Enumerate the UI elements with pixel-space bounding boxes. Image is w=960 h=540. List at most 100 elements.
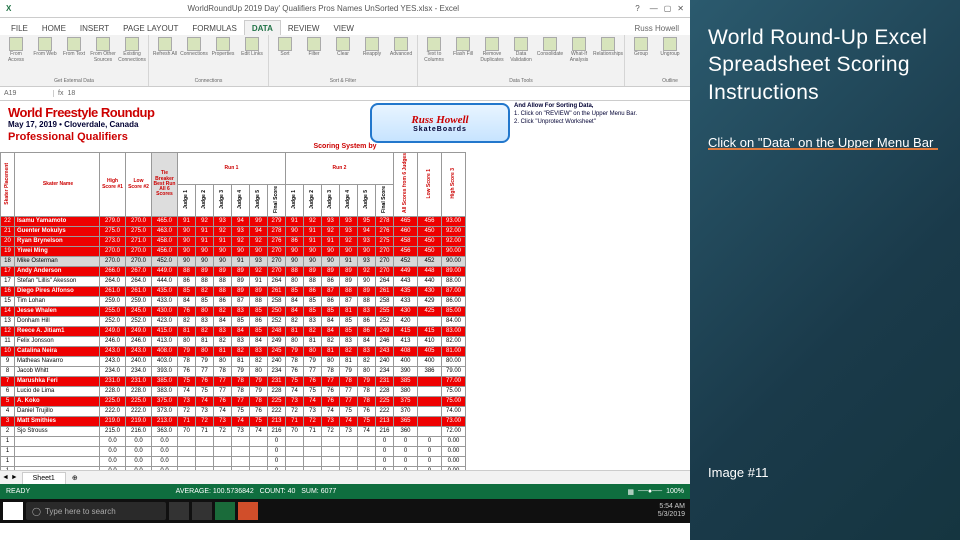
name-box[interactable]: A19	[4, 90, 54, 97]
table-row[interactable]: 5A. Koko225.0225.0375.073747677782257374…	[1, 397, 466, 407]
formula-value[interactable]: 18	[67, 90, 75, 97]
ribbon-button[interactable]	[485, 37, 499, 51]
table-row[interactable]: 13Donham Hill252.0252.0423.0828384858625…	[1, 317, 466, 327]
minimize-icon[interactable]: —	[650, 4, 658, 13]
sheet-tab[interactable]: Sheet1	[22, 472, 66, 484]
tab-formulas[interactable]: FORMULAS	[185, 21, 243, 35]
table-row[interactable]: 20Ryan Brynelson273.0271.0458.0909191929…	[1, 237, 466, 247]
status-bar: READY AVERAGE: 100.5736842 COUNT: 40 SUM…	[0, 484, 690, 499]
table-row[interactable]: 18Mike Osterman270.0270.0452.09090909193…	[1, 257, 466, 267]
ribbon-button[interactable]	[514, 37, 528, 51]
task-icon[interactable]	[192, 502, 212, 520]
system-clock[interactable]: 5:54 AM 5/3/2019	[658, 503, 687, 518]
table-row[interactable]: 17Stefan "Lillis" Akesson264.0264.0444.0…	[1, 277, 466, 287]
ribbon-button[interactable]	[307, 37, 321, 51]
ribbon-group: GroupUngroupSubtotalOutline	[625, 35, 690, 86]
table-row[interactable]: 10.00.00.000000.00	[1, 467, 466, 471]
help-icon[interactable]: ?	[635, 4, 639, 13]
tab-insert[interactable]: INSERT	[73, 21, 116, 35]
ribbon-group: SortFilterClearReapplyAdvancedSort & Fil…	[269, 35, 418, 86]
table-row[interactable]: 8Jacob Whitt234.0234.0393.07677787980234…	[1, 367, 466, 377]
table-row[interactable]: 3Matt Smithies219.0219.0213.071727374752…	[1, 417, 466, 427]
formula-bar[interactable]: A19 fx 18	[0, 87, 690, 101]
tab-file[interactable]: FILE	[4, 21, 35, 35]
view-icon[interactable]: ▦	[627, 488, 634, 496]
table-row[interactable]: 4Daniel Trujillo222.0222.0373.0727374757…	[1, 407, 466, 417]
search-box[interactable]: ◯ Type here to search	[26, 502, 166, 520]
table-row[interactable]: 17Andy Anderson266.0267.0449.08889898992…	[1, 267, 466, 277]
table-row[interactable]: 10Catalina Neira243.0243.0408.0798081828…	[1, 347, 466, 357]
ribbon-button[interactable]	[96, 37, 110, 51]
ribbon-button-label: Clear	[337, 51, 349, 57]
ribbon-button[interactable]	[67, 37, 81, 51]
ribbon-group: From AccessFrom WebFrom TextFrom Other S…	[0, 35, 149, 86]
ribbon-button[interactable]	[543, 37, 557, 51]
add-sheet-icon[interactable]: ⊕	[66, 474, 84, 482]
excel-window: X WorldRoundUp 2019 Day' Qualifiers Pros…	[0, 0, 690, 540]
table-row[interactable]: 16Diego Pires Alfonso261.0261.0435.08582…	[1, 287, 466, 297]
ribbon-button[interactable]	[427, 37, 441, 51]
maximize-icon[interactable]: ▢	[664, 4, 672, 13]
table-row[interactable]: 19Yiwei Ming270.0270.0456.09090909090270…	[1, 247, 466, 257]
table-row[interactable]: 10.00.00.000000.00	[1, 457, 466, 467]
ribbon-button[interactable]	[245, 37, 259, 51]
user-label[interactable]: Russ Howell	[628, 21, 686, 35]
task-icon[interactable]	[238, 502, 258, 520]
ribbon-button[interactable]	[394, 37, 408, 51]
ribbon-button[interactable]	[278, 37, 292, 51]
ribbon-button[interactable]	[572, 37, 586, 51]
ribbon-button[interactable]	[336, 37, 350, 51]
tab-home[interactable]: HOME	[35, 21, 73, 35]
fx-icon[interactable]: fx	[54, 90, 67, 97]
ribbon-button[interactable]	[365, 37, 379, 51]
ribbon-button-label: Refresh All	[153, 51, 177, 57]
ribbon-button-label: What-If Analysis	[566, 51, 592, 63]
doc-header: World Freestyle Roundup May 17, 2019 • C…	[0, 101, 690, 152]
ribbon-button-label: Remove Duplicates	[479, 51, 505, 63]
panel-title: World Round-Up Excel Spreadsheet Scoring…	[708, 24, 942, 106]
ribbon-button-label: From Other Sources	[90, 51, 116, 63]
clock-time: 5:54 AM	[658, 503, 685, 511]
table-row[interactable]: 11Felix Jonsson246.0246.0413.08081828384…	[1, 337, 466, 347]
table-row[interactable]: 10.00.00.000000.00	[1, 437, 466, 447]
note-line1: 1. Click on "REVIEW" on the Upper Menu B…	[514, 111, 637, 117]
table-row[interactable]: 14Jesse Whalen255.0245.0430.076808283852…	[1, 307, 466, 317]
ribbon-tabs: FILEHOMEINSERTPAGE LAYOUTFORMULASDATAREV…	[0, 18, 690, 35]
ribbon-button[interactable]	[663, 37, 677, 51]
table-row[interactable]: 10.00.00.000000.00	[1, 447, 466, 457]
tab-page-layout[interactable]: PAGE LAYOUT	[116, 21, 185, 35]
ribbon-button[interactable]	[634, 37, 648, 51]
ribbon-button[interactable]	[38, 37, 52, 51]
ribbon-button[interactable]	[601, 37, 615, 51]
windows-taskbar[interactable]: ◯ Type here to search 5:54 AM 5/3/2019	[0, 499, 690, 523]
worksheet[interactable]: World Freestyle Roundup May 17, 2019 • C…	[0, 101, 690, 470]
status-sum: SUM: 6077	[301, 488, 336, 495]
tab-view[interactable]: VIEW	[326, 21, 360, 35]
zoom-slider[interactable]: ──●──	[638, 488, 662, 495]
tab-data[interactable]: DATA	[244, 20, 281, 35]
ribbon-button[interactable]	[158, 37, 172, 51]
ribbon-button[interactable]	[456, 37, 470, 51]
table-row[interactable]: 7Marushka Feri231.0231.0385.075767778792…	[1, 377, 466, 387]
ribbon-group: Refresh AllConnectionsPropertiesEdit Lin…	[149, 35, 269, 86]
close-icon[interactable]: ✕	[677, 4, 684, 13]
table-row[interactable]: 15Tim Lohan259.0259.0433.084858687882588…	[1, 297, 466, 307]
ribbon-button-label: Reapply	[363, 51, 381, 57]
ribbon-button[interactable]	[125, 37, 139, 51]
start-icon[interactable]	[3, 502, 23, 520]
task-icon[interactable]	[215, 502, 235, 520]
tab-review[interactable]: REVIEW	[281, 21, 327, 35]
table-row[interactable]: 21Guenter Mokulys275.0275.0463.090919293…	[1, 227, 466, 237]
ribbon: From AccessFrom WebFrom TextFrom Other S…	[0, 35, 690, 87]
table-row[interactable]: 9Matheas Navarro243.0240.0403.0787980818…	[1, 357, 466, 367]
task-icon[interactable]	[169, 502, 189, 520]
score-table[interactable]: Skater PlacementSkater NameHigh Score #1…	[0, 152, 466, 470]
sheet-tab-bar[interactable]: ◄ ► Sheet1 ⊕	[0, 470, 690, 484]
ribbon-button[interactable]	[216, 37, 230, 51]
ribbon-button[interactable]	[9, 37, 23, 51]
table-row[interactable]: 6Lucio de Lima228.0228.0383.074757778792…	[1, 387, 466, 397]
table-row[interactable]: 22Isamu Yamamoto279.0270.0465.0919293949…	[1, 217, 466, 227]
table-row[interactable]: 2Sjo Strouss215.0216.0363.07071727374216…	[1, 427, 466, 437]
ribbon-button[interactable]	[187, 37, 201, 51]
table-row[interactable]: 12Reece A. Jitiam1249.0249.0415.08182838…	[1, 327, 466, 337]
